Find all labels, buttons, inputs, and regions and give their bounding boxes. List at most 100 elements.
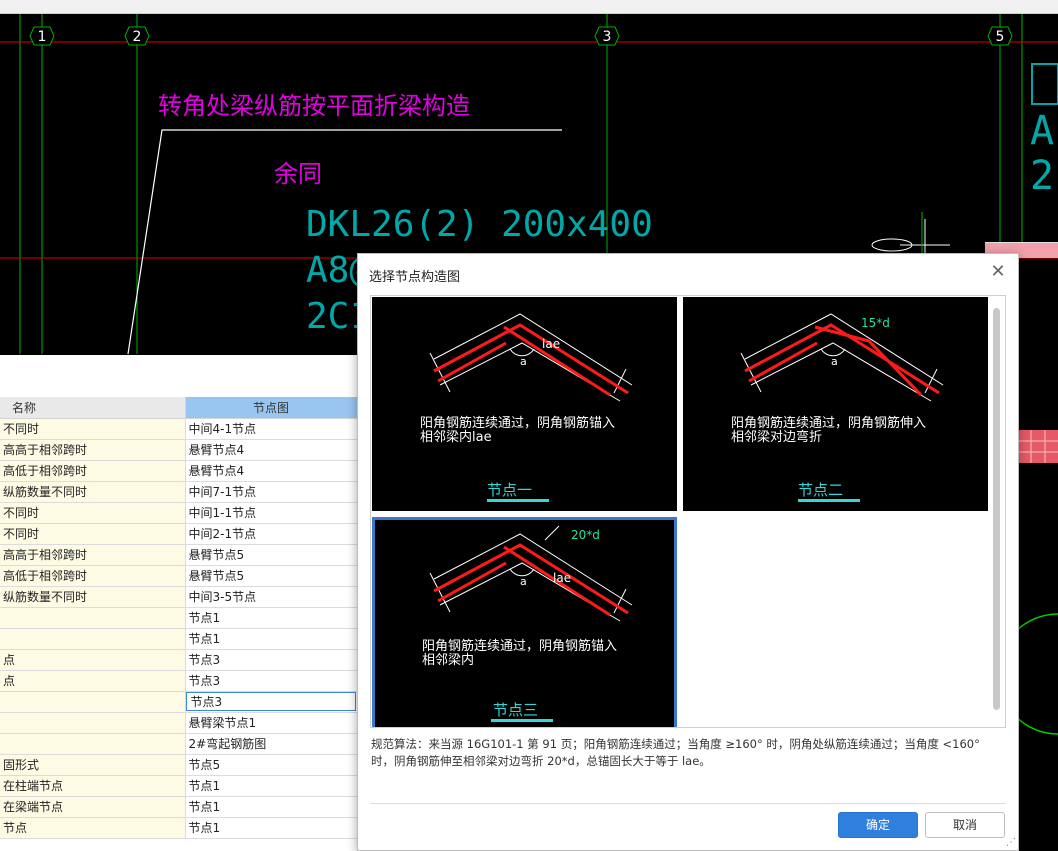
table-cell-node[interactable]: 中间1-1节点: [185, 502, 358, 524]
right-fragment-a: A: [1030, 108, 1054, 154]
table-cell-node[interactable]: 悬臂节点5: [185, 544, 358, 566]
axis-bubble-1: 1: [29, 26, 55, 46]
dim-label-3b: lae: [553, 571, 571, 585]
axis-label-5: 5: [996, 29, 1005, 45]
table-cell-node[interactable]: 节点3: [185, 649, 358, 671]
angle-label-3: a: [520, 575, 527, 588]
node-option-1[interactable]: lae a 阳角钢筋连续通过，阴角钢筋锚入 相邻梁内lae 节点一: [372, 297, 677, 511]
table-cell-node[interactable]: 中间3-5节点: [185, 586, 358, 608]
close-icon[interactable]: ✕: [988, 262, 1008, 282]
axis-bubble-5: 5: [987, 26, 1013, 46]
resize-grip-icon[interactable]: ⋰: [1006, 837, 1016, 848]
table-cell-name: 在柱端节点: [0, 775, 186, 797]
table-cell-node[interactable]: 节点1: [185, 607, 358, 629]
table-cell-node[interactable]: 中间7-1节点: [185, 481, 358, 503]
top-toolbar-strip: [0, 0, 1058, 14]
table-cell-name: [0, 691, 186, 713]
axis-bubble-3: 3: [594, 26, 620, 46]
dim-label-1: lae: [542, 337, 560, 351]
table-row[interactable]: 纵筋数量不同时 中间7-1节点: [0, 481, 358, 503]
table-row[interactable]: 不同时 中间1-1节点: [0, 502, 358, 524]
dialog-title: 选择节点构造图: [369, 270, 461, 285]
table-row[interactable]: 节点3: [0, 691, 358, 713]
table-cell-name: 在梁端节点: [0, 796, 186, 818]
node-desc-2-line1: 阳角钢筋连续通过，阴角钢筋伸入: [731, 416, 927, 431]
table-row[interactable]: 点节点3: [0, 670, 358, 692]
table-cell-name: 点: [0, 670, 186, 692]
table-cell-node[interactable]: 节点3: [185, 670, 358, 692]
axis-label-3: 3: [603, 29, 612, 45]
table-cell-node[interactable]: 悬臂节点4: [185, 439, 358, 461]
table-row[interactable]: 节点1: [0, 607, 358, 629]
node-caption-3: 节点三: [493, 701, 539, 719]
node-desc-2-line2: 相邻梁对边弯折: [731, 430, 823, 445]
rule-description: 规范算法：来当源 16G101-1 第 91 页；阳角钢筋连续通过；当角度 ≥1…: [371, 736, 1007, 770]
ok-button[interactable]: 确定: [838, 812, 918, 838]
magenta-annotation-note: 余同: [274, 160, 322, 188]
table-row[interactable]: 高低于相邻跨时 悬臂节点4: [0, 460, 358, 482]
table-cell-node[interactable]: 节点5: [185, 754, 358, 776]
table-cell-name: 不同时: [0, 418, 186, 440]
table-cell-name: 纵筋数量不同时: [0, 481, 186, 503]
table-cell-name: 固形式: [0, 754, 186, 776]
table-cell-node[interactable]: 节点3: [185, 691, 358, 713]
table-row[interactable]: 2#弯起钢筋图: [0, 733, 358, 755]
property-panel-blank: [0, 355, 357, 397]
right-frag-box: [1031, 63, 1058, 105]
node-caption-underline-1: [487, 499, 549, 502]
table-cell-name: 不同时: [0, 523, 186, 545]
node-desc-3-line2: 相邻梁内: [422, 653, 475, 668]
app-window: 1 2 3 5 转角处梁纵筋按平面折梁构造 余同 DKL26(2) 200x40…: [0, 0, 1058, 851]
right-fragment-b: 2: [1030, 153, 1054, 199]
table-row[interactable]: 不同时 中间2-1节点: [0, 523, 358, 545]
property-table: 名称 节点图 不同时 中间4-1节点 高高于相邻跨时 悬臂节点4 高低于相邻跨时 悬臂节点…: [0, 397, 358, 839]
table-cell-node[interactable]: 节点1: [185, 817, 358, 839]
node-desc-1-line1: 阳角钢筋连续通过，阴角钢筋锚入: [420, 416, 616, 431]
table-cell-node[interactable]: 节点1: [185, 628, 358, 650]
table-cell-node[interactable]: 节点1: [185, 775, 358, 797]
table-row[interactable]: 高高于相邻跨时 悬臂节点5: [0, 544, 358, 566]
gallery-scrollbar[interactable]: [993, 308, 1000, 710]
header-name[interactable]: 名称: [0, 397, 186, 419]
dim-label-3: 20*d: [571, 528, 600, 542]
table-cell-name: 高低于相邻跨时: [0, 565, 186, 587]
table-row[interactable]: 在梁端节点 节点1: [0, 796, 358, 818]
node-desc-3: 阳角钢筋连续通过，阴角钢筋锚入 相邻梁内: [422, 640, 617, 668]
table-row[interactable]: 悬臂梁节点1: [0, 712, 358, 734]
axis-label-1: 1: [38, 29, 47, 45]
node-gallery: lae a 阳角钢筋连续通过，阴角钢筋锚入 相邻梁内 lae 节点一 15*d a…: [370, 295, 1006, 728]
table-cell-name: 节点: [0, 817, 186, 839]
table-cell-node[interactable]: 2#弯起钢筋图: [185, 733, 358, 755]
node-option-2[interactable]: 15*d a 阳角钢筋连续通过，阴角钢筋伸入 相邻梁对边弯折 节点二: [683, 297, 988, 511]
table-row[interactable]: 固形式 节点5: [0, 754, 358, 776]
table-cell-node[interactable]: 悬臂梁节点1: [185, 712, 358, 734]
table-row[interactable]: 纵筋数量不同时 中间3-5节点: [0, 586, 358, 608]
table-cell-name: 高高于相邻跨时: [0, 439, 186, 461]
table-cell-node[interactable]: 悬臂节点5: [185, 565, 358, 587]
table-row[interactable]: 不同时 中间4-1节点: [0, 418, 358, 440]
magenta-annotation-title: 转角处梁纵筋按平面折梁构造: [158, 92, 470, 120]
angle-label-2: a: [831, 355, 838, 368]
header-node[interactable]: 节点图: [185, 397, 358, 419]
table-cell-node[interactable]: 悬臂节点4: [185, 460, 358, 482]
property-panel: 名称 节点图 不同时 中间4-1节点 高高于相邻跨时 悬臂节点4 高低于相邻跨时 悬臂节点…: [0, 355, 358, 851]
rule-line-2: 时，阴角钢筋伸至相邻梁对边弯折 20*d，总锚固长大于等于 lae。: [371, 754, 711, 768]
table-row[interactable]: 高低于相邻跨时 悬臂节点5: [0, 565, 358, 587]
node-option-3[interactable]: 20*d lae a 阳角钢筋连续通过，阴角钢筋锚入 相邻梁内 节点三: [372, 517, 677, 727]
table-row[interactable]: 节点 节点1: [0, 817, 358, 839]
node-diagram-3: 20*d lae a: [429, 525, 633, 622]
cancel-button[interactable]: 取消: [925, 812, 1005, 838]
table-row[interactable]: 在柱端节点 节点1: [0, 775, 358, 797]
table-row[interactable]: 点节点3: [0, 649, 358, 671]
table-cell-node[interactable]: 中间4-1节点: [185, 418, 358, 440]
dialog-separator: [370, 803, 1006, 804]
table-row[interactable]: 高高于相邻跨时 悬臂节点4: [0, 439, 358, 461]
table-cell-node[interactable]: 中间2-1节点: [185, 523, 358, 545]
table-cell-name: 点: [0, 649, 186, 671]
table-cell-name: [0, 712, 186, 734]
node-desc-2: 阳角钢筋连续通过，阴角钢筋伸入 相邻梁对边弯折: [731, 417, 926, 445]
node-desc-3-line1: 阳角钢筋连续通过，阴角钢筋锚入: [422, 639, 618, 654]
table-cell-node[interactable]: 节点1: [185, 796, 358, 818]
node-caption-1: 节点一: [487, 481, 533, 499]
table-row[interactable]: 节点1: [0, 628, 358, 650]
